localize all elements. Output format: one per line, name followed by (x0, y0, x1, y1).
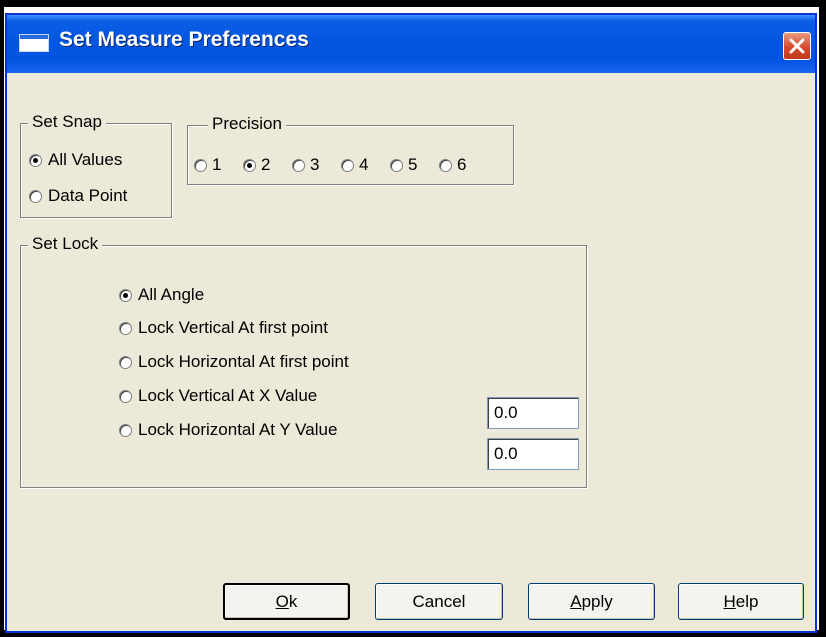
lock-all-angle-radio[interactable]: All Angle (119, 285, 204, 305)
radio-label: 6 (457, 155, 467, 174)
radio-label: 1 (212, 155, 222, 174)
precision-2-radio[interactable]: 2 (243, 155, 270, 175)
radio-label: All Angle (138, 285, 205, 304)
radio-button-checked[interactable] (119, 288, 132, 302)
screen-frame-right (819, 0, 826, 637)
lock-horizontal-y-value-radio[interactable]: Lock Horizontal At Y Value (119, 420, 337, 440)
precision-4-radio[interactable]: 4 (341, 155, 368, 175)
radio-label: 3 (310, 155, 320, 174)
radio-button[interactable] (119, 321, 132, 335)
radio-label: Lock Vertical At first point (138, 318, 328, 337)
precision-1-radio[interactable]: 1 (194, 155, 221, 175)
dialog-title: Set Measure Preferences (59, 28, 309, 51)
cancel-button[interactable]: Cancel (375, 583, 503, 620)
radio-button[interactable] (390, 158, 403, 172)
lock-vertical-first-point-radio[interactable]: Lock Vertical At first point (119, 318, 328, 338)
radio-button-checked[interactable] (29, 153, 42, 167)
set-snap-legend: Set Snap (28, 112, 106, 132)
radio-label: 4 (359, 155, 369, 174)
ok-label-rest: k (288, 592, 298, 611)
radio-button[interactable] (194, 158, 207, 172)
radio-button[interactable] (292, 158, 305, 172)
precision-5-radio[interactable]: 5 (390, 155, 417, 175)
y-value-input[interactable]: 0.0 (487, 438, 579, 470)
precision-legend: Precision (208, 114, 286, 134)
set-lock-legend: Set Lock (28, 234, 103, 254)
apply-mnemonic: A (570, 592, 582, 611)
ok-mnemonic: O (275, 592, 289, 611)
radio-button[interactable] (119, 355, 132, 369)
help-mnemonic: H (723, 592, 736, 611)
radio-label: All Values (48, 150, 123, 169)
snap-all-values-radio[interactable]: All Values (29, 150, 122, 170)
radio-label: Data Point (48, 186, 128, 205)
radio-label: 5 (408, 155, 418, 174)
radio-label: Lock Horizontal At first point (138, 352, 349, 371)
help-label-rest: elp (735, 592, 759, 611)
cancel-label: Cancel (412, 592, 466, 611)
precision-3-radio[interactable]: 3 (292, 155, 319, 175)
precision-6-radio[interactable]: 6 (439, 155, 466, 175)
set-measure-preferences-dialog: Set Measure Preferences Set Snap All Val… (5, 13, 817, 633)
snap-data-point-radio[interactable]: Data Point (29, 186, 127, 206)
close-icon (789, 38, 805, 54)
radio-label: Lock Horizontal At Y Value (138, 420, 338, 439)
help-button[interactable]: Help (678, 583, 804, 620)
lock-vertical-x-value-radio[interactable]: Lock Vertical At X Value (119, 386, 317, 406)
lock-horizontal-first-point-radio[interactable]: Lock Horizontal At first point (119, 352, 349, 372)
radio-button[interactable] (29, 189, 42, 203)
radio-button[interactable] (119, 423, 132, 437)
close-button[interactable] (783, 32, 811, 60)
radio-button[interactable] (119, 389, 132, 403)
screen-frame-left (0, 0, 4, 637)
radio-label: 2 (261, 155, 271, 174)
radio-button[interactable] (341, 158, 354, 172)
x-value-input[interactable]: 0.0 (487, 397, 579, 429)
apply-button[interactable]: Apply (528, 583, 655, 620)
radio-button[interactable] (439, 158, 452, 172)
screen-frame-top (0, 0, 826, 7)
window-icon (19, 34, 49, 52)
radio-button-checked[interactable] (243, 158, 256, 172)
ok-button[interactable]: Ok (223, 583, 350, 620)
apply-label-rest: pply (581, 592, 613, 611)
title-bar[interactable]: Set Measure Preferences (7, 15, 815, 73)
radio-label: Lock Vertical At X Value (138, 386, 318, 405)
